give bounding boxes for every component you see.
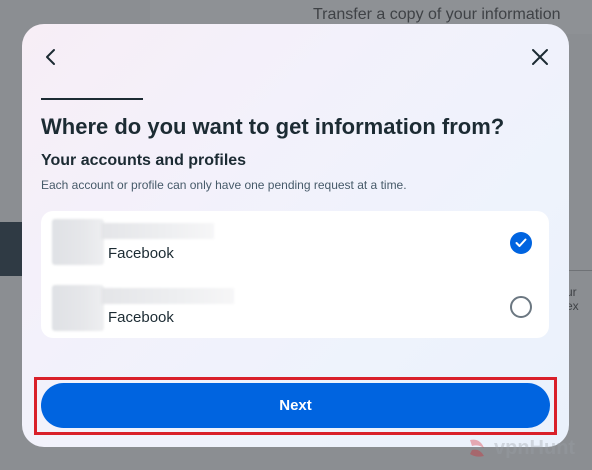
dialog-heading: Where do you want to get information fro… [41,114,505,139]
checkmark-icon [515,238,527,247]
account-name-redacted [101,223,214,239]
vpnhunt-logo-icon [470,439,484,457]
radio-selected[interactable] [510,232,532,254]
watermark-text: vpnHunt [494,436,576,459]
select-source-dialog: Where do you want to get information fro… [22,24,569,447]
back-button[interactable] [36,42,66,72]
watermark-logo: vpnHunt [466,428,592,468]
account-option[interactable]: Facebook [41,211,549,273]
account-option[interactable]: Facebook [41,275,549,337]
next-button[interactable]: Next [41,383,550,428]
radio-unselected[interactable] [510,296,532,318]
background-title: Transfer a copy of your information [313,6,561,23]
account-platform-label: Facebook [108,309,174,326]
background-divider [568,270,592,271]
step-progress-indicator [41,98,143,100]
avatar [52,285,104,331]
account-platform-label: Facebook [108,245,174,262]
close-button[interactable] [525,42,555,72]
account-name-redacted [101,288,234,304]
chevron-left-icon [46,49,55,65]
background-sidebar-block [0,222,22,276]
background-partial-text: ur ex [566,285,579,313]
close-icon [532,49,548,65]
accounts-subheading: Your accounts and profiles [41,152,247,169]
accounts-list: Facebook Facebook [41,211,549,338]
accounts-description: Each account or profile can only have on… [41,178,407,192]
avatar [52,219,104,265]
